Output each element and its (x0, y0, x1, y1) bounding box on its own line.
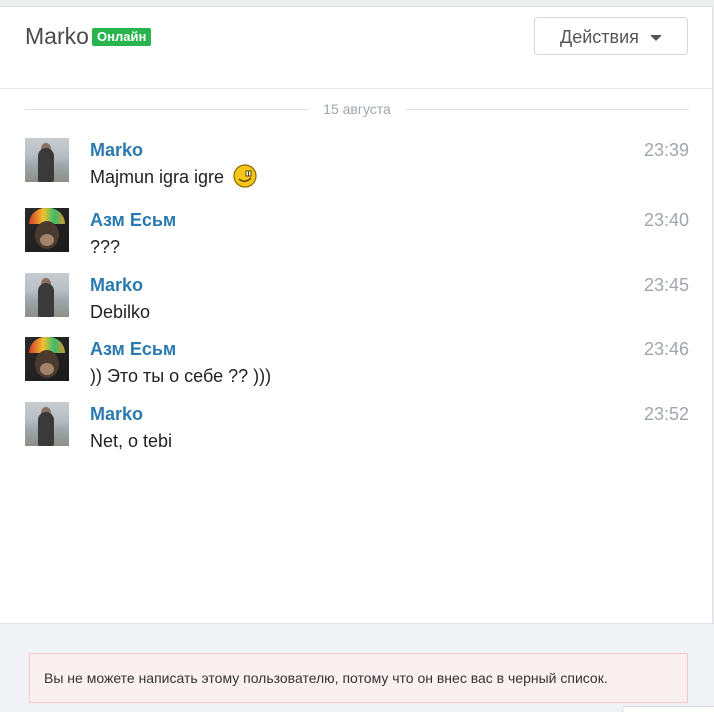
divider (25, 109, 308, 110)
message-text: Net, o tebi (90, 431, 173, 451)
message-sender[interactable]: Marko (90, 275, 143, 296)
avatar[interactable] (25, 208, 69, 252)
message-item: Азм Есьм 23:46 )) Это ты о себе ?? ))) (25, 337, 689, 393)
message-item: Marko 23:39 Majmun igra igre (25, 138, 689, 194)
message-time: 23:52 (643, 404, 689, 424)
composer-area: Вы не можете написать этому пользователю… (0, 623, 714, 712)
date-separator-label: 15 августа (323, 101, 391, 117)
chat-header: Marko Онлайн Действия (0, 7, 712, 89)
online-status-badge: Онлайн (92, 28, 152, 46)
message-text: )) Это ты о себе ?? ))) (90, 366, 272, 386)
message-sender[interactable]: Азм Есьм (90, 210, 176, 231)
date-separator: 15 августа (25, 99, 689, 119)
message-text: Debilko (90, 302, 151, 322)
chat-window: Marko Онлайн Действия 15 августа Marko 2… (0, 0, 714, 712)
scroll-to-bottom-tab[interactable] (622, 706, 714, 712)
chat-partner-name[interactable]: Marko (25, 23, 89, 50)
avatar[interactable] (25, 402, 69, 446)
avatar[interactable] (25, 138, 69, 182)
message-item: Marko 23:52 Net, o tebi (25, 402, 689, 458)
message-sender[interactable]: Азм Есьм (90, 339, 176, 360)
message-time: 23:45 (643, 275, 689, 295)
chat-panel: Marko Онлайн Действия 15 августа Marko 2… (0, 6, 713, 623)
message-sender[interactable]: Marko (90, 404, 143, 425)
message-time: 23:39 (643, 140, 689, 160)
avatar[interactable] (25, 337, 69, 381)
actions-dropdown-button[interactable]: Действия (534, 17, 688, 55)
message-text: Majmun igra igre (90, 164, 257, 188)
blocked-notice: Вы не можете написать этому пользователю… (29, 653, 688, 703)
actions-button-label: Действия (560, 27, 639, 47)
avatar[interactable] (25, 273, 69, 317)
message-item: Marko 23:45 Debilko (25, 273, 689, 329)
divider (406, 109, 689, 110)
message-text-content: Majmun igra igre (90, 167, 225, 187)
smiley-icon (233, 164, 257, 188)
message-time: 23:40 (643, 210, 689, 230)
chevron-down-icon (650, 35, 662, 41)
message-sender[interactable]: Marko (90, 140, 143, 161)
message-text: ??? (90, 237, 121, 257)
message-time: 23:46 (643, 339, 689, 359)
message-item: Азм Есьм 23:40 ??? (25, 208, 689, 264)
